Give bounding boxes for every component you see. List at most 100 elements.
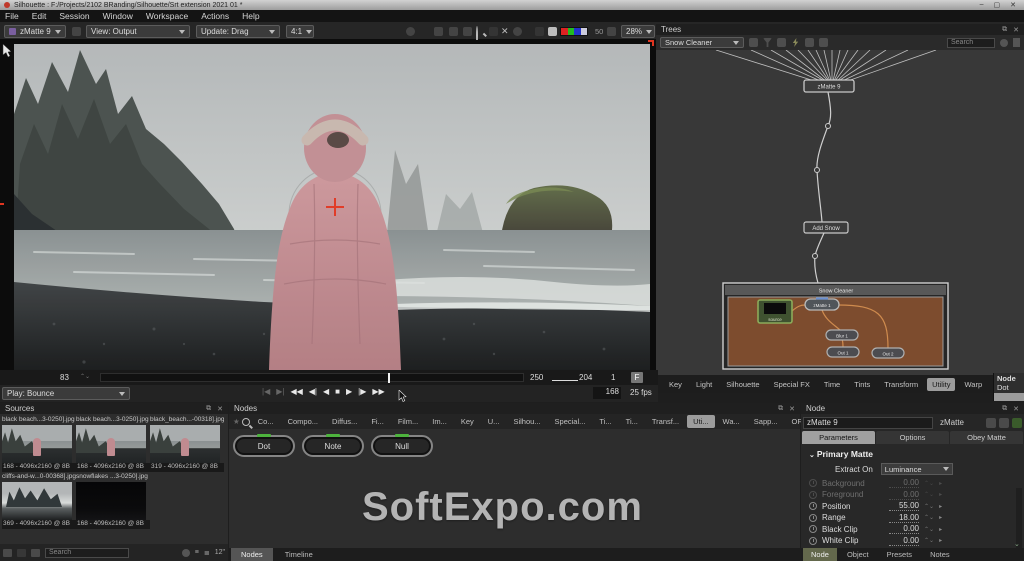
param-spinner[interactable]: ⌃⌄ — [924, 537, 934, 544]
node-category-tab[interactable]: Im... — [426, 415, 453, 428]
node-category-tab[interactable]: Special... — [549, 415, 592, 428]
viewer-panel[interactable] — [0, 40, 656, 370]
transport-button[interactable]: |◀ — [262, 387, 270, 396]
param-row[interactable]: Range 18.00 ⌃⌄ ▸ — [809, 512, 1009, 524]
close-icon[interactable]: ✕ — [217, 405, 223, 413]
node-category-tab[interactable]: Ti... — [620, 415, 644, 428]
playhead[interactable] — [388, 373, 390, 383]
layout-icon[interactable] — [749, 38, 758, 47]
tree-tab[interactable]: Warp — [959, 378, 987, 391]
transport-button[interactable]: ◀| — [309, 387, 317, 396]
node-panel-tab[interactable]: Parameters — [802, 431, 875, 444]
node-name-input[interactable] — [803, 416, 933, 429]
node-graph[interactable]: zMatte 9 Add Snow Snow Cleaner source zM… — [656, 50, 1024, 375]
sources-search-input[interactable] — [45, 547, 129, 558]
footer-tab[interactable]: Timeline — [275, 548, 323, 561]
popout-icon[interactable]: ⧉ — [1002, 405, 1007, 413]
tree-tab[interactable]: Time — [819, 378, 845, 391]
param-spinner[interactable]: ⌃⌄ — [924, 526, 934, 533]
transport-button[interactable]: ▶ — [346, 387, 352, 396]
menu-item[interactable]: Edit — [32, 11, 47, 21]
param-row[interactable]: Foreground 0.00 ⌃⌄ ▸ — [809, 489, 1009, 501]
menu-item[interactable]: File — [5, 11, 19, 21]
tree-selector-dropdown[interactable]: Snow Cleaner — [660, 37, 744, 48]
node-category-tab[interactable]: Ti... — [593, 415, 617, 428]
keyframe-clock-icon[interactable] — [809, 490, 817, 499]
folder-icon[interactable] — [31, 548, 40, 557]
tree-tab[interactable]: Light — [691, 378, 717, 391]
work-end[interactable]: 204 — [579, 373, 592, 382]
menu-item[interactable]: Workspace — [146, 11, 188, 21]
node-category-tab[interactable]: Silhou... — [507, 415, 546, 428]
popout-icon[interactable]: ⧉ — [206, 405, 211, 413]
range-end[interactable]: 250 — [530, 373, 543, 382]
transport-button[interactable]: ▶| — [276, 387, 284, 396]
param-expand-icon[interactable]: ▸ — [939, 503, 942, 510]
tree-tab[interactable]: Key — [664, 378, 687, 391]
node-category-tab[interactable]: Key — [455, 415, 480, 428]
tree-tab[interactable]: Silhouette — [721, 378, 764, 391]
thumb-size-label[interactable]: 12" — [215, 549, 225, 556]
save-icon[interactable] — [819, 38, 828, 47]
tree-tab[interactable]: Utility — [927, 377, 956, 391]
node-category-tab[interactable]: Wa... — [717, 415, 746, 428]
param-spinner[interactable]: ⌃⌄ — [924, 503, 934, 510]
param-value[interactable]: 55.00 — [889, 501, 919, 511]
frame-icon[interactable] — [463, 27, 472, 36]
lock-icon[interactable] — [999, 417, 1009, 428]
source-item[interactable]: black beach...3-0250].jpg 168 - 4096x216… — [76, 416, 150, 472]
bolt-icon[interactable] — [792, 38, 799, 47]
param-row[interactable]: Background 0.00 ⌃⌄ ▸ — [809, 477, 1009, 489]
panel-icon[interactable] — [535, 27, 544, 36]
param-spinner[interactable]: ⌃⌄ — [924, 514, 934, 521]
menu-item[interactable]: Window — [103, 11, 133, 21]
node-category-tab[interactable]: Fi... — [365, 415, 390, 428]
source-thumbnail[interactable] — [2, 482, 72, 520]
close-icon[interactable]: ✕ — [1013, 405, 1019, 413]
page-icon[interactable] — [548, 27, 557, 36]
current-frame[interactable]: 83 — [60, 373, 69, 382]
import-icon[interactable] — [805, 38, 814, 47]
node-selector-dropdown[interactable]: zMatte 9 — [4, 25, 66, 38]
source-thumbnail[interactable] — [2, 425, 72, 463]
source-item[interactable]: black beach...3-0250].jpg 168 - 4096x216… — [2, 416, 76, 472]
keyframe-clock-icon[interactable] — [809, 479, 817, 487]
film-icon[interactable] — [3, 548, 12, 557]
pointer-tool-icon[interactable] — [2, 44, 12, 58]
node-category-tab[interactable]: Diffus... — [326, 415, 363, 428]
transport-button[interactable]: |▶ — [358, 387, 366, 396]
search-icon[interactable] — [241, 417, 250, 426]
param-row[interactable]: Position 55.00 ⌃⌄ ▸ — [809, 500, 1009, 512]
param-value[interactable]: 0.00 — [889, 536, 919, 546]
scroll-down-icon[interactable]: ⌄ — [1014, 540, 1020, 548]
footer-tab[interactable]: Node — [803, 548, 837, 561]
footer-tab[interactable]: Notes — [922, 548, 958, 561]
param-value[interactable]: 18.00 — [889, 513, 919, 523]
tree-tab[interactable]: Special FX — [769, 378, 815, 391]
play-mode-dropdown[interactable]: Play: Bounce — [2, 387, 130, 400]
close-icon[interactable]: ✕ — [1013, 26, 1019, 34]
trees-search-input[interactable] — [947, 37, 995, 48]
step-value[interactable]: 1 — [611, 373, 615, 382]
param-expand-icon[interactable]: ▸ — [939, 526, 942, 533]
node-category-tab[interactable]: Transf... — [646, 415, 685, 428]
clear-search-icon[interactable] — [1000, 38, 1008, 47]
trash-icon[interactable] — [1013, 38, 1020, 47]
param-row[interactable]: White Clip 0.00 ⌃⌄ ▸ — [809, 535, 1009, 547]
node-category-tab[interactable]: Co... — [252, 415, 280, 428]
tree-tab[interactable]: Tints — [849, 378, 875, 391]
transport-button[interactable]: ▶▶ — [372, 387, 384, 396]
close-button[interactable]: ✕ — [1010, 1, 1016, 9]
node-button[interactable]: Null — [371, 434, 433, 457]
viewer-image[interactable] — [14, 44, 650, 370]
param-row[interactable]: Black Clip 0.00 ⌃⌄ ▸ — [809, 523, 1009, 535]
ratio-dropdown[interactable]: 4:1 — [286, 25, 314, 38]
gear-icon[interactable] — [513, 27, 522, 36]
menu-item[interactable]: Help — [242, 11, 259, 21]
transport-button[interactable]: ■ — [335, 387, 340, 396]
source-thumbnail[interactable] — [76, 425, 146, 463]
param-spinner[interactable]: ⌃⌄ — [924, 491, 934, 498]
node-category-tab[interactable]: Film... — [392, 415, 424, 428]
node-category-tab[interactable]: U... — [482, 415, 506, 428]
close-icon[interactable]: ✕ — [789, 405, 795, 413]
